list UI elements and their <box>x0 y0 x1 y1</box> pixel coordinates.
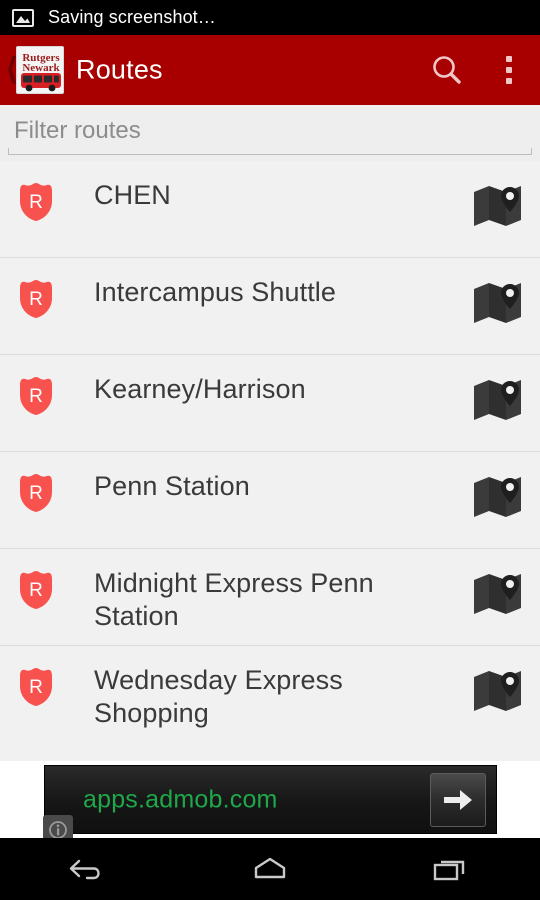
table-row[interactable]: R Kearney/Harrison <box>0 355 540 452</box>
svg-text:R: R <box>29 483 43 504</box>
table-row[interactable]: R Wednesday Express Shopping <box>0 646 540 743</box>
table-row[interactable]: R Intercampus Shuttle <box>0 258 540 355</box>
route-name: Kearney/Harrison <box>94 374 306 404</box>
routes-list[interactable]: R CHEN R Intercampus Shuttle R Kearney/H… <box>0 161 540 761</box>
status-bar-text: Saving screenshot… <box>48 7 216 27</box>
table-row[interactable]: R Penn Station <box>0 452 540 549</box>
route-shield-icon: R <box>16 666 56 708</box>
admob-banner[interactable]: apps.admob.com <box>43 765 497 845</box>
filter-underline-tick-right <box>531 148 532 155</box>
svg-text:R: R <box>29 386 43 407</box>
image-saving-icon <box>12 8 34 28</box>
action-bar: ⟨ Rutgers Newark Routes <box>0 35 540 105</box>
page-title: Routes <box>76 54 163 85</box>
svg-text:R: R <box>29 580 43 601</box>
map-with-pin-icon[interactable] <box>472 668 524 714</box>
svg-text:Newark: Newark <box>22 62 60 74</box>
route-name: CHEN <box>94 180 171 210</box>
table-row[interactable]: R CHEN <box>0 161 540 258</box>
filter-routes-input[interactable] <box>8 113 532 155</box>
route-name: Midnight Express Penn Station <box>94 568 374 631</box>
route-shield-icon: R <box>16 472 56 514</box>
recents-icon[interactable] <box>360 838 540 900</box>
arrow-right-icon[interactable] <box>430 772 486 827</box>
ad-url-text: apps.admob.com <box>83 785 278 813</box>
search-icon[interactable] <box>416 35 478 105</box>
map-with-pin-icon[interactable] <box>472 571 524 617</box>
map-with-pin-icon[interactable] <box>472 377 524 423</box>
status-bar: Saving screenshot… <box>0 0 540 35</box>
filter-bar <box>0 105 540 161</box>
route-name: Wednesday Express Shopping <box>94 665 343 728</box>
route-shield-icon: R <box>16 278 56 320</box>
route-shield-icon: R <box>16 375 56 417</box>
map-with-pin-icon[interactable] <box>472 183 524 229</box>
route-shield-icon: R <box>16 569 56 611</box>
svg-text:R: R <box>29 677 43 698</box>
android-screen: Saving screenshot… ⟨ Rutgers Newark Rout… <box>0 0 540 900</box>
rutgers-newark-bus-app-icon[interactable]: Rutgers Newark <box>16 46 64 94</box>
action-bar-actions <box>416 35 540 105</box>
home-icon[interactable] <box>180 838 360 900</box>
map-with-pin-icon[interactable] <box>472 280 524 326</box>
navigation-bar <box>0 838 540 900</box>
ad-area: apps.admob.com <box>0 761 540 845</box>
table-row[interactable]: R Midnight Express Penn Station <box>0 549 540 646</box>
svg-text:R: R <box>29 192 43 213</box>
map-with-pin-icon[interactable] <box>472 474 524 520</box>
filter-underline-tick-left <box>8 148 9 155</box>
back-icon[interactable] <box>0 838 180 900</box>
route-shield-icon: R <box>16 181 56 223</box>
svg-text:R: R <box>29 289 43 310</box>
route-name: Penn Station <box>94 471 250 501</box>
route-name: Intercampus Shuttle <box>94 277 337 307</box>
overflow-menu-icon[interactable] <box>478 35 540 105</box>
